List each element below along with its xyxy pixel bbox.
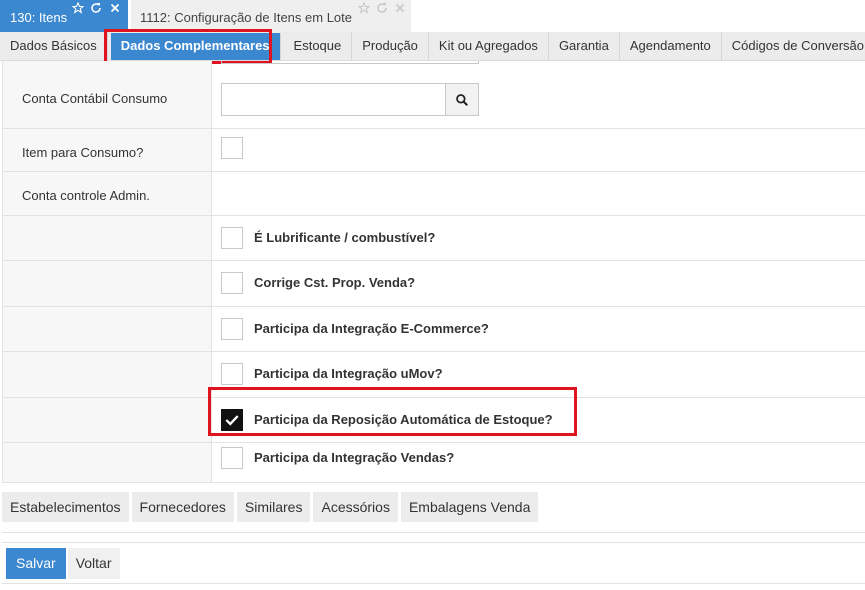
item-consumo-checkbox[interactable] bbox=[221, 137, 243, 159]
search-button[interactable] bbox=[445, 83, 479, 116]
form-row-checkbox: Corrige Cst. Prop. Venda? bbox=[3, 261, 865, 307]
umov-checkbox[interactable] bbox=[221, 363, 243, 385]
tab-estoque[interactable]: Estoque bbox=[284, 32, 353, 61]
star-icon[interactable] bbox=[357, 1, 371, 15]
star-icon[interactable] bbox=[71, 1, 85, 15]
tab-fornecedores[interactable]: Fornecedores bbox=[131, 492, 234, 522]
ecommerce-checkbox[interactable] bbox=[221, 318, 243, 340]
tab-agendamento[interactable]: Agendamento bbox=[620, 32, 722, 61]
form-row-conta-contabil: Conta Contábil Consumo bbox=[3, 61, 865, 129]
tab-similares[interactable]: Similares bbox=[236, 492, 311, 522]
tab-kit-ou-agregados[interactable]: Kit ou Agregados bbox=[429, 32, 549, 61]
close-icon[interactable] bbox=[393, 1, 407, 15]
corrige-cst-checkbox[interactable] bbox=[221, 272, 243, 294]
window-tab-configuracao-lote[interactable]: 1112: Configuração de Itens em Lote bbox=[131, 0, 411, 32]
action-bar: Salvar Voltar bbox=[6, 548, 120, 579]
search-icon bbox=[456, 93, 468, 106]
field-label: Item para Consumo? bbox=[3, 129, 212, 171]
integracao-vendas-checkbox[interactable] bbox=[221, 447, 243, 469]
window-tab-bar: 130: Itens 1112: Configuração de Itens e… bbox=[0, 0, 865, 32]
divider bbox=[2, 542, 865, 543]
window-tab-itens[interactable]: 130: Itens bbox=[0, 0, 128, 32]
save-button[interactable]: Salvar bbox=[6, 548, 66, 579]
tab-codigos-de-conversao[interactable]: Códigos de Conversão bbox=[722, 32, 865, 61]
tab-acessorios[interactable]: Acessórios bbox=[313, 492, 398, 522]
form-row-checkbox: Participa da Integração uMov? bbox=[3, 352, 865, 398]
tab-dados-complementares[interactable]: Dados Complementares bbox=[110, 33, 281, 60]
form-row-checkbox: É Lubrificante / combustível? bbox=[3, 216, 865, 261]
checkbox-label: É Lubrificante / combustível? bbox=[254, 230, 436, 245]
checkbox-label: Participa da Integração E-Commerce? bbox=[254, 321, 489, 336]
form-row-checkbox: Participa da Integração E-Commerce? bbox=[3, 307, 865, 352]
tab-embalagens-venda[interactable]: Embalagens Venda bbox=[400, 492, 539, 522]
checkbox-label: Participa da Integração uMov? bbox=[254, 366, 443, 381]
field-label: Conta controle Admin. bbox=[3, 172, 212, 215]
window-tab-label: 1112: Configuração de Itens em Lote bbox=[140, 10, 352, 25]
form-row-item-consumo: Item para Consumo? bbox=[3, 129, 865, 172]
divider bbox=[2, 583, 865, 584]
form-row-checkbox: Participa da Integração Vendas? bbox=[3, 443, 865, 483]
previous-field-stub bbox=[221, 61, 479, 64]
form-panel: Conta Contábil Consumo Item para Consumo… bbox=[2, 61, 865, 483]
checkbox-label: Participa da Reposição Automática de Est… bbox=[254, 412, 553, 427]
window-tab-label: 130: Itens bbox=[10, 10, 68, 25]
form-row-checkbox: Participa da Reposição Automática de Est… bbox=[3, 398, 865, 443]
checkbox-label: Participa da Integração Vendas? bbox=[254, 450, 455, 465]
refresh-icon[interactable] bbox=[89, 1, 103, 15]
field-label: Conta Contábil Consumo bbox=[3, 61, 212, 128]
tab-dados-basicos[interactable]: Dados Básicos bbox=[0, 32, 108, 61]
form-row-conta-controle: Conta controle Admin. bbox=[3, 172, 865, 216]
close-icon[interactable] bbox=[108, 1, 122, 15]
detail-tab-bar: Estabelecimentos Fornecedores Similares … bbox=[2, 492, 539, 522]
checkbox-label: Corrige Cst. Prop. Venda? bbox=[254, 275, 416, 290]
conta-contabil-input[interactable] bbox=[221, 83, 446, 116]
tab-producao[interactable]: Produção bbox=[352, 32, 429, 61]
refresh-icon[interactable] bbox=[375, 1, 389, 15]
checkmark-icon bbox=[225, 415, 239, 426]
back-button[interactable]: Voltar bbox=[67, 548, 120, 579]
tab-garantia[interactable]: Garantia bbox=[549, 32, 620, 61]
reposicao-automatica-checkbox[interactable] bbox=[221, 409, 243, 431]
tab-estabelecimentos[interactable]: Estabelecimentos bbox=[2, 492, 129, 522]
sub-tab-bar: Dados Básicos Dados Complementares Estoq… bbox=[0, 32, 865, 61]
divider bbox=[2, 532, 865, 533]
lubrificante-checkbox[interactable] bbox=[221, 227, 243, 249]
